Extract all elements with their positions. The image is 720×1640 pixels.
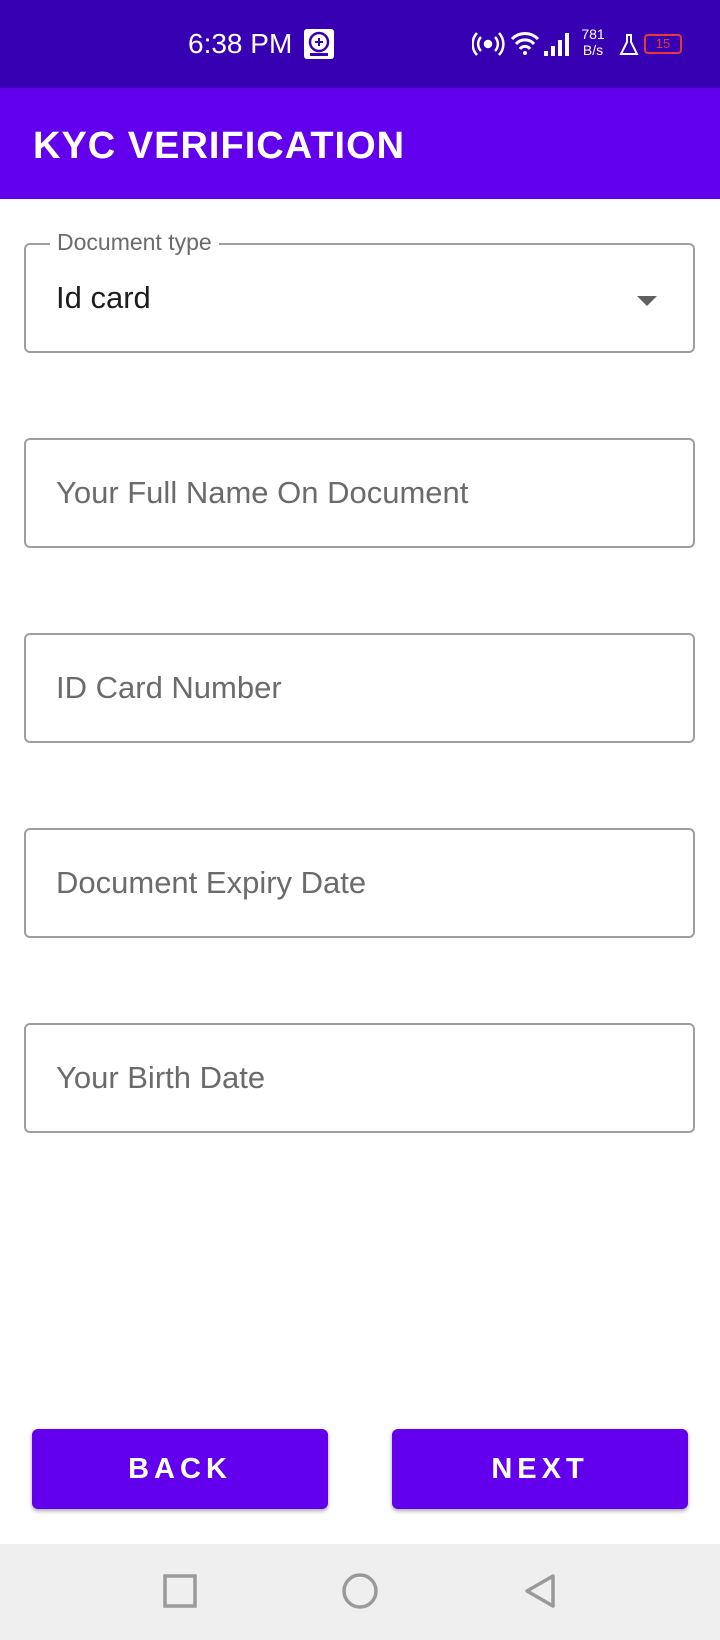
lab-icon xyxy=(619,34,639,55)
signal-icon xyxy=(544,33,569,56)
recent-apps-icon[interactable] xyxy=(161,1572,199,1610)
document-type-dropdown[interactable]: Document type Id card xyxy=(24,228,695,353)
app-notification-icon xyxy=(304,29,334,59)
status-bar: 6:38 PM 781 B/s 15 xyxy=(0,0,720,88)
system-nav-bar xyxy=(0,1544,720,1640)
network-speed-unit: B/s xyxy=(582,42,604,58)
app-bar: KYC VERIFICATION xyxy=(0,88,720,199)
back-icon[interactable] xyxy=(521,1572,559,1610)
network-speed-value: 781 xyxy=(581,26,605,42)
birth-date-placeholder: Your Birth Date xyxy=(56,1060,266,1095)
expiry-date-placeholder: Document Expiry Date xyxy=(56,865,367,900)
battery-icon: 15 xyxy=(644,34,682,54)
back-button[interactable]: BACK xyxy=(32,1429,328,1509)
next-button[interactable]: NEXT xyxy=(392,1429,688,1509)
full-name-input[interactable]: Your Full Name On Document xyxy=(24,438,695,548)
full-name-placeholder: Your Full Name On Document xyxy=(56,475,469,510)
birth-date-input[interactable]: Your Birth Date xyxy=(24,1023,695,1133)
wifi-icon xyxy=(510,32,540,55)
document-type-value: Id card xyxy=(56,280,151,315)
battery-level: 15 xyxy=(655,36,671,51)
document-type-label: Document type xyxy=(50,228,219,256)
connectivity-icons xyxy=(472,32,569,56)
id-card-number-input[interactable]: ID Card Number xyxy=(24,633,695,743)
page-title: KYC VERIFICATION xyxy=(33,125,406,167)
dropdown-arrow-icon xyxy=(637,296,657,306)
status-time: 6:38 PM xyxy=(188,28,293,59)
home-icon[interactable] xyxy=(341,1572,379,1610)
id-card-number-placeholder: ID Card Number xyxy=(56,670,282,705)
hotspot-icon xyxy=(472,32,505,56)
network-speed: 781 B/s xyxy=(578,26,608,58)
expiry-date-input[interactable]: Document Expiry Date xyxy=(24,828,695,938)
